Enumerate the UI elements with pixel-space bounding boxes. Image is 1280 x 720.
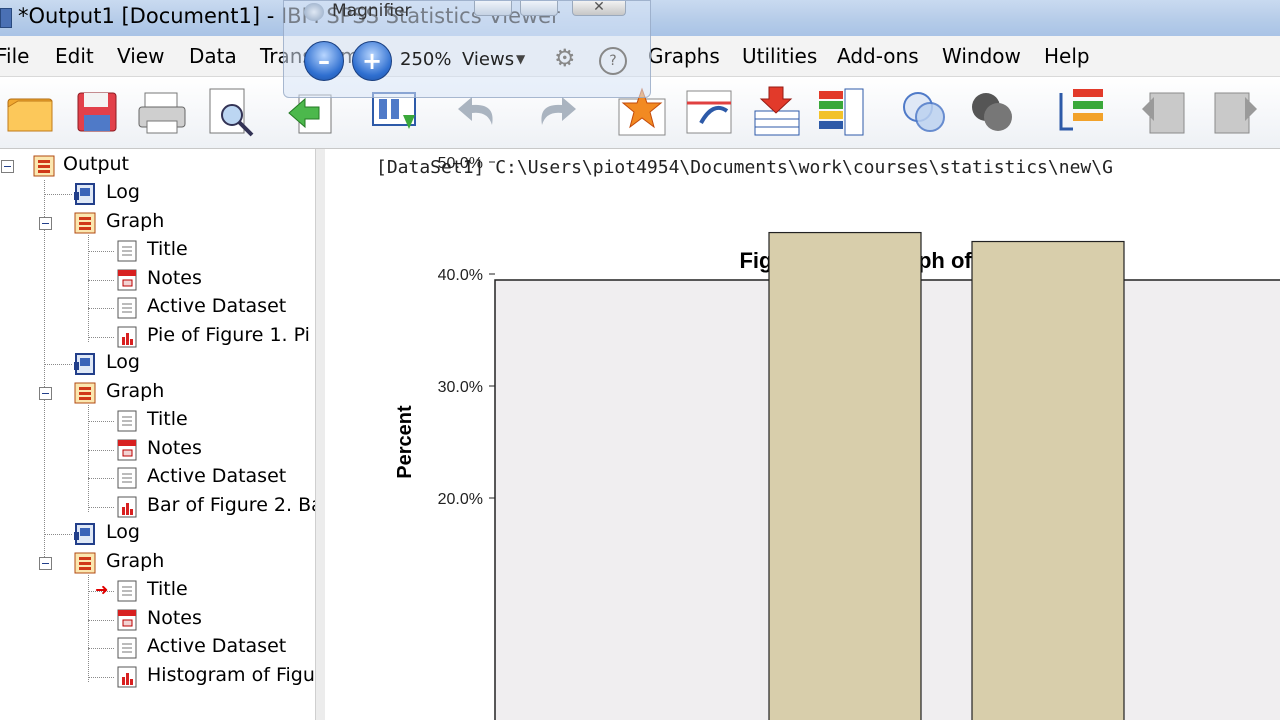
log-icon	[73, 182, 97, 206]
tree-item-graph[interactable]: Graph	[106, 210, 164, 232]
dataset-icon	[115, 636, 139, 660]
zoom-out-button[interactable]: –	[304, 41, 344, 81]
title-icon	[115, 579, 139, 603]
dataset-icon	[115, 466, 139, 490]
y-tick-label: 40.0%	[438, 267, 483, 284]
y-axis-label: Percent	[394, 405, 416, 479]
menu-file[interactable]: File	[0, 44, 29, 68]
tree-item-notes[interactable]: Notes	[147, 267, 202, 289]
menu-help[interactable]: Help	[1044, 44, 1090, 68]
bar	[768, 231, 922, 720]
options-gear-icon[interactable]: ⚙	[554, 45, 580, 71]
zoom-in-button[interactable]: +	[352, 41, 392, 81]
notes-icon	[115, 608, 139, 632]
output-icon	[32, 154, 56, 178]
tree-item-chart[interactable]: Histogram of Figu	[147, 664, 315, 686]
collapse-graph-toggle[interactable]	[39, 387, 52, 400]
chart-icon	[115, 665, 139, 689]
menu-data[interactable]: Data	[189, 44, 237, 68]
collapse-output-toggle[interactable]	[1, 160, 14, 173]
current-item-arrow-icon: ➜	[95, 580, 109, 599]
graph-icon	[73, 551, 97, 575]
tree-item-title[interactable]: Title	[147, 238, 188, 260]
magnifier-minimize-button[interactable]	[474, 1, 512, 16]
log-icon	[73, 522, 97, 546]
title-icon	[115, 239, 139, 263]
chart-icon	[115, 495, 139, 519]
tree-root-output[interactable]: Output	[63, 153, 129, 175]
tree-item-notes[interactable]: Notes	[147, 607, 202, 629]
tree-item-chart[interactable]: Pie of Figure 1. Pi	[147, 324, 310, 346]
collapse-graph-toggle[interactable]	[39, 217, 52, 230]
bar	[971, 240, 1125, 720]
tree-item-log[interactable]: Log	[106, 351, 140, 373]
menu-graphs[interactable]: Graphs	[648, 44, 720, 68]
views-dropdown-arrow-icon[interactable]: ▼	[516, 52, 525, 66]
plus-icon: +	[361, 47, 383, 75]
open-icon[interactable]	[4, 85, 58, 139]
graph-icon	[73, 211, 97, 235]
tree-item-title[interactable]: Title	[147, 408, 188, 430]
notes-icon	[115, 438, 139, 462]
bar-chart[interactable]: Figure 2. Bar Graph of Class20.0%30.0%40…	[325, 149, 1280, 720]
title-icon	[115, 409, 139, 433]
save-icon[interactable]	[70, 85, 124, 139]
magnifier-window[interactable]: Magnifier ✕ – + 250% Views ▼ ⚙ ?	[283, 0, 651, 98]
tree-item-notes[interactable]: Notes	[147, 437, 202, 459]
dataset-icon	[115, 296, 139, 320]
notes-icon	[115, 268, 139, 292]
y-tick-label: 20.0%	[438, 491, 483, 508]
tree-item-graph[interactable]: Graph	[106, 380, 164, 402]
menu-utilities[interactable]: Utilities	[742, 44, 817, 68]
graph-icon	[73, 381, 97, 405]
promote-icon[interactable]	[1138, 85, 1192, 139]
y-tick-label: 50.0%	[438, 155, 483, 172]
show-all-variables-icon[interactable]	[966, 85, 1020, 139]
menu-addons[interactable]: Add-ons	[837, 44, 919, 68]
magnifier-close-button[interactable]: ✕	[572, 0, 626, 16]
spss-app-icon[interactable]	[0, 8, 12, 28]
menu-window[interactable]: Window	[942, 44, 1021, 68]
tree-item-chart[interactable]: Bar of Figure 2. Ba	[147, 494, 315, 516]
output-outline-pane[interactable]: Output Log Graph Title Notes Active Dataset Pi…	[0, 149, 315, 720]
views-dropdown[interactable]: Views	[462, 49, 514, 70]
tree-item-title[interactable]: Title	[147, 578, 188, 600]
tree-item-graph[interactable]: Graph	[106, 550, 164, 572]
tree-item-log[interactable]: Log	[106, 181, 140, 203]
demote-icon[interactable]	[1207, 85, 1261, 139]
magnifier-maximize-button[interactable]	[520, 1, 558, 16]
insert-cases-icon[interactable]	[749, 85, 803, 139]
menu-view[interactable]: View	[117, 44, 164, 68]
menu-edit[interactable]: Edit	[55, 44, 94, 68]
variables-icon[interactable]	[815, 85, 869, 139]
zoom-level: 250%	[400, 49, 452, 70]
tree-item-active-dataset[interactable]: Active Dataset	[147, 295, 286, 317]
outline-icon[interactable]	[1055, 85, 1109, 139]
collapse-graph-toggle[interactable]	[39, 557, 52, 570]
tree-item-log[interactable]: Log	[106, 521, 140, 543]
goto-case-icon[interactable]	[683, 85, 737, 139]
tree-item-active-dataset[interactable]: Active Dataset	[147, 635, 286, 657]
log-icon	[73, 352, 97, 376]
print-preview-icon[interactable]	[204, 85, 258, 139]
use-variable-sets-icon[interactable]	[898, 85, 952, 139]
print-icon[interactable]	[135, 85, 189, 139]
magnifier-icon	[304, 3, 324, 21]
minus-icon: –	[318, 47, 330, 75]
chart-icon	[115, 325, 139, 349]
help-icon[interactable]: ?	[599, 47, 627, 75]
magnifier-title: Magnifier	[332, 1, 412, 21]
output-content-pane[interactable]: [DataSet1] C:\Users\piot4954\Documents\w…	[325, 149, 1280, 720]
tree-item-active-dataset[interactable]: Active Dataset	[147, 465, 286, 487]
y-tick-label: 30.0%	[438, 379, 483, 396]
